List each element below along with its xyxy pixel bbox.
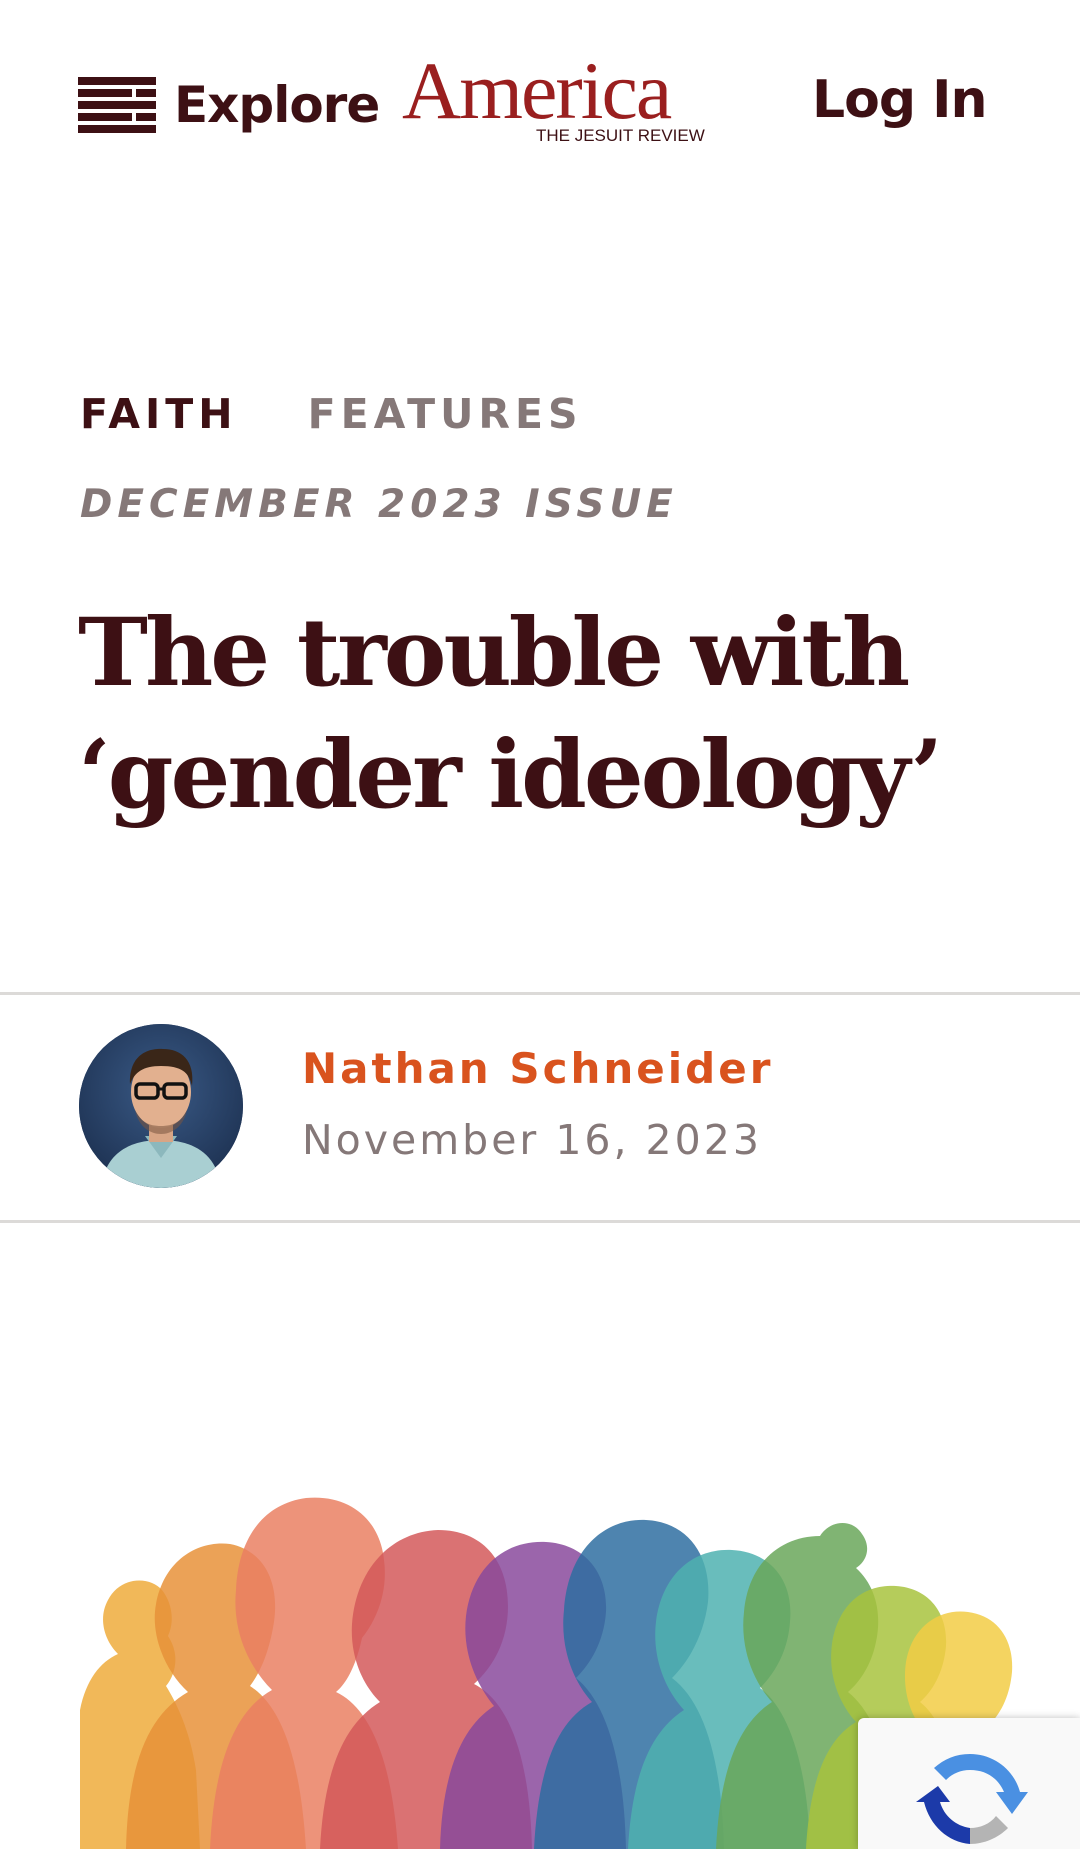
login-button[interactable]: Log In bbox=[812, 70, 988, 130]
explore-menu-button[interactable]: Explore bbox=[78, 70, 380, 140]
author-portrait-image bbox=[79, 1024, 243, 1188]
america-logo[interactable]: America THE JESUIT REVIEW bbox=[402, 50, 712, 150]
logo-tagline: THE JESUIT REVIEW bbox=[536, 126, 705, 145]
author-avatar[interactable] bbox=[79, 1024, 243, 1188]
author-name-link[interactable]: Nathan Schneider bbox=[302, 1044, 773, 1093]
category-features-link[interactable]: FEATURES bbox=[308, 390, 583, 438]
logo-wordmark: America bbox=[402, 45, 672, 136]
category-faith-link[interactable]: FAITH bbox=[80, 390, 238, 438]
recaptcha-logo-icon bbox=[916, 1754, 1028, 1844]
byline-bottom-divider bbox=[0, 1220, 1080, 1223]
category-row: FAITH FEATURES bbox=[80, 390, 583, 438]
article-title-line-2: ‘gender ideology’ bbox=[78, 720, 943, 830]
article-title-line-1: The trouble with bbox=[78, 598, 910, 708]
site-header: Explore America THE JESUIT REVIEW Log In bbox=[0, 0, 1080, 200]
byline-top-divider bbox=[0, 992, 1080, 995]
article-title: The trouble with ‘gender ideology’ bbox=[78, 592, 998, 836]
issue-link[interactable]: DECEMBER 2023 ISSUE bbox=[80, 482, 678, 527]
explore-label: Explore bbox=[174, 76, 380, 134]
publish-date: November 16, 2023 bbox=[302, 1116, 762, 1164]
recaptcha-badge[interactable] bbox=[858, 1718, 1080, 1849]
hamburger-menu-icon bbox=[78, 77, 156, 133]
